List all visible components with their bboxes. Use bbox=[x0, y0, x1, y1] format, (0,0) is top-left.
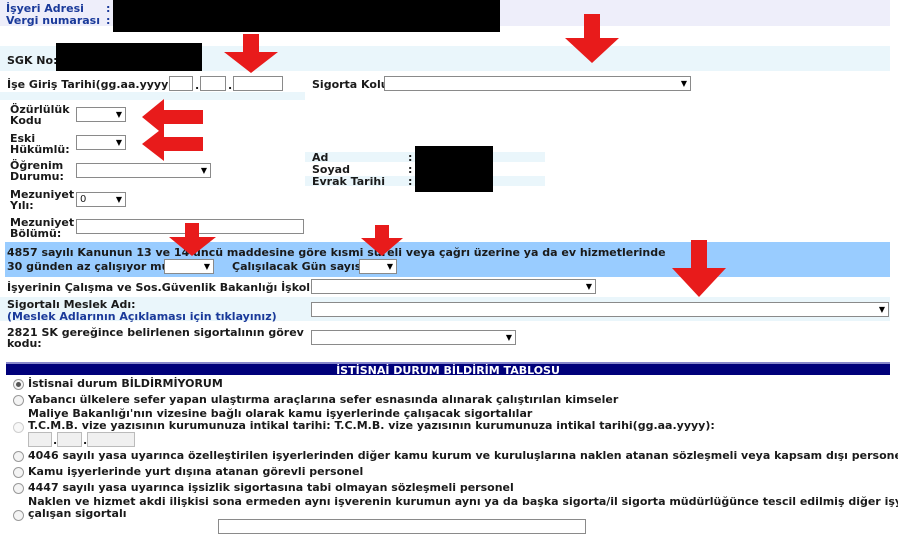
graduation-year-value: 0 bbox=[80, 194, 87, 205]
tax-number-label: Vergi numarası bbox=[6, 14, 100, 27]
red-arrow-down-insurance bbox=[565, 14, 619, 63]
exception-option-1: Yabancı ülkelere sefer yapan ulaştırma a… bbox=[28, 393, 619, 406]
tax-number-colon: : bbox=[106, 14, 111, 27]
exception-option-3: T.C.M.B. vize yazısının kurumunuza intik… bbox=[28, 419, 715, 432]
exception-option-5: Kamu işyerlerinde yurt dışına atanan gör… bbox=[28, 465, 364, 478]
insurance-branch-select[interactable]: ▼ bbox=[384, 76, 691, 91]
duty-code-select[interactable]: ▼ bbox=[311, 330, 516, 345]
graduation-year-label: Mezuniyet Yılı: bbox=[10, 188, 75, 212]
exception-radio-0[interactable] bbox=[13, 379, 24, 390]
redacted-person-info bbox=[415, 146, 493, 192]
hire-date-label: İşe Giriş Tarihi(gg.aa.yyyy): bbox=[7, 78, 178, 91]
person-evrak-label: Evrak Tarihi bbox=[312, 175, 385, 188]
parttime-select[interactable]: ▼ bbox=[164, 259, 214, 274]
tcmb-day-input bbox=[28, 432, 52, 447]
chevron-down-icon: ▼ bbox=[115, 195, 122, 204]
red-arrow-down-parttime bbox=[169, 223, 216, 256]
hire-year-input[interactable] bbox=[233, 76, 283, 91]
hire-month-input[interactable] bbox=[200, 76, 226, 91]
exception-radio-1[interactable] bbox=[13, 395, 24, 406]
parttime-question-text: 4857 sayılı Kanunun 13 ve 14 üncü maddes… bbox=[7, 246, 666, 259]
exception-option-0: İstisnai durum BİLDİRMİYORUM bbox=[28, 377, 223, 390]
exception-radio-4[interactable] bbox=[13, 467, 24, 478]
person-evrak-colon: : bbox=[408, 175, 413, 188]
tcmb-month-input bbox=[57, 432, 82, 447]
graduation-dept-label: Mezuniyet Bölümü: bbox=[10, 216, 75, 240]
tcmb-year-input bbox=[87, 432, 135, 447]
redacted-employer-info bbox=[113, 0, 500, 32]
hire-date-dot-1: . bbox=[195, 79, 200, 92]
hire-day-input[interactable] bbox=[169, 76, 193, 91]
chevron-down-icon: ▼ bbox=[115, 138, 122, 147]
education-label: Öğrenim Durumu: bbox=[10, 159, 64, 183]
red-arrow-left-ex-convict bbox=[142, 127, 203, 161]
transfer-partial-input[interactable] bbox=[218, 519, 586, 534]
duty-code-label: 2821 SK gereğince belirlenen sigortalını… bbox=[7, 326, 304, 350]
parttime-question-label: 30 günden az çalışıyor mu? bbox=[7, 260, 176, 273]
exception-radio-5[interactable] bbox=[13, 483, 24, 494]
disability-code-select[interactable]: ▼ bbox=[76, 107, 126, 122]
exception-radio-3[interactable] bbox=[13, 451, 24, 462]
graduation-year-select[interactable]: 0 ▼ bbox=[76, 192, 126, 207]
exception-header: İSTİSNAİ DURUM BİLDİRİM TABLOSU bbox=[6, 362, 890, 377]
work-days-select[interactable]: ▼ bbox=[359, 259, 397, 274]
exception-option-7: Naklen ve hizmet akdi ilişkisi sona erme… bbox=[28, 495, 898, 508]
exception-radio-6[interactable] bbox=[13, 510, 24, 521]
red-arrow-down-work-days bbox=[361, 225, 403, 256]
redacted-sgk-number bbox=[56, 43, 202, 71]
red-arrow-down-hire-date bbox=[224, 34, 278, 73]
exception-option-4: 4046 sayılı yasa uyarınca özelleştirilen… bbox=[28, 449, 898, 462]
red-arrow-down-occupation bbox=[672, 240, 726, 297]
ex-convict-select[interactable]: ▼ bbox=[76, 135, 126, 150]
chevron-down-icon: ▼ bbox=[203, 262, 210, 271]
exception-option-8: çalışan sigortalı bbox=[28, 507, 127, 520]
exception-option-6: 4447 sayılı yasa uyarınca işsizlik sigor… bbox=[28, 481, 514, 494]
ministry-branch-label: İşyerinin Çalışma ve Sos.Güvenlik Bakanl… bbox=[7, 281, 318, 294]
sgk-label: SGK No: bbox=[7, 54, 58, 67]
ex-convict-label: Eski Hükümlü: bbox=[10, 132, 70, 156]
occupation-select[interactable]: ▼ bbox=[311, 302, 889, 317]
disability-code-label: Özürlülük Kodu bbox=[10, 103, 70, 127]
education-select[interactable]: ▼ bbox=[76, 163, 211, 178]
exception-header-text: İSTİSNAİ DURUM BİLDİRİM TABLOSU bbox=[336, 364, 560, 377]
ministry-branch-select[interactable]: ▼ bbox=[311, 279, 596, 294]
work-days-label: Çalışılacak Gün sayısı: bbox=[232, 260, 370, 273]
chevron-down-icon: ▼ bbox=[115, 110, 122, 119]
chevron-down-icon: ▼ bbox=[200, 166, 207, 175]
insurance-branch-label: Sigorta Kolu: bbox=[312, 78, 393, 91]
occupation-help-link[interactable]: (Meslek Adlarının Açıklaması için tıklay… bbox=[7, 311, 277, 323]
exception-radio-2[interactable] bbox=[13, 422, 24, 433]
chevron-down-icon: ▼ bbox=[585, 282, 592, 291]
chevron-down-icon: ▼ bbox=[878, 305, 885, 314]
chevron-down-icon: ▼ bbox=[505, 333, 512, 342]
chevron-down-icon: ▼ bbox=[680, 79, 687, 88]
chevron-down-icon: ▼ bbox=[386, 262, 393, 271]
hire-date-dot-2: . bbox=[228, 79, 233, 92]
